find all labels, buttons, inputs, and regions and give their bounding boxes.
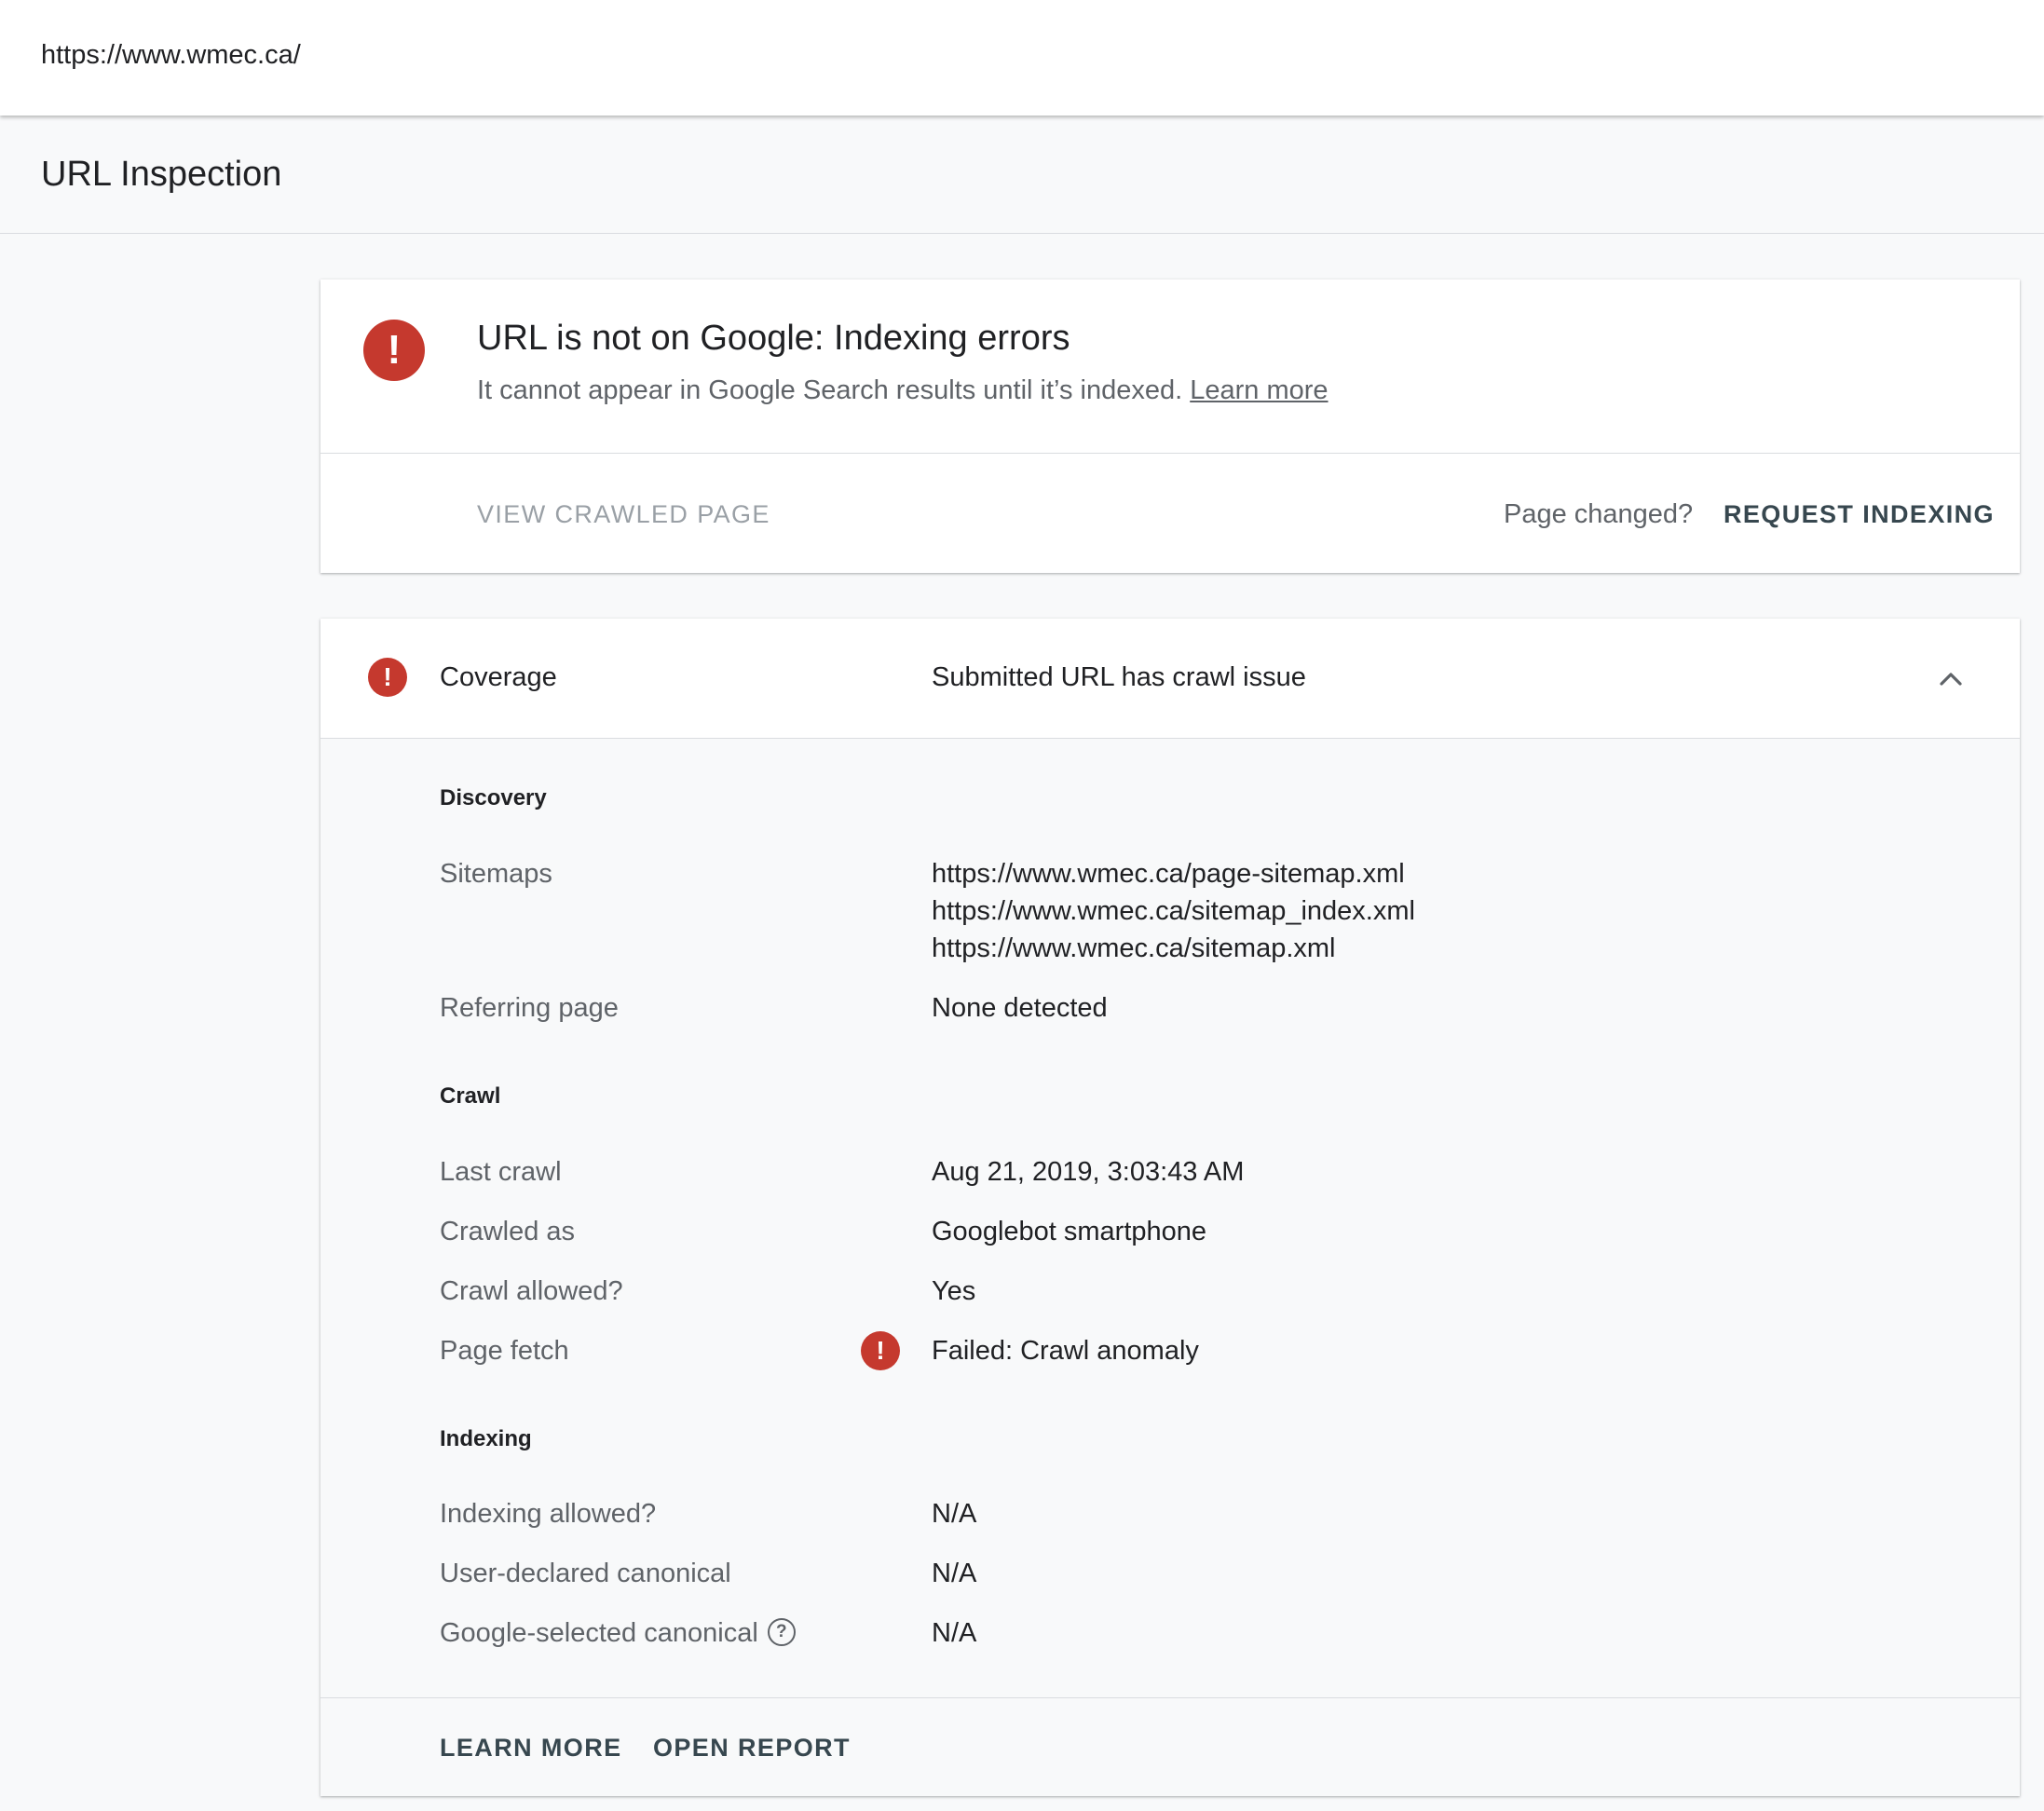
crawl-allowed-value: Yes	[932, 1276, 976, 1306]
inspected-url[interactable]: https://www.wmec.ca/	[41, 39, 301, 71]
error-icon: !	[368, 658, 407, 697]
coverage-value: Submitted URL has crawl issue	[932, 662, 1306, 692]
sitemap-link[interactable]: https://www.wmec.ca/sitemap.xml	[932, 930, 1415, 967]
divider	[320, 453, 2020, 454]
divider	[320, 1697, 2020, 1698]
indexing-allowed-value: N/A	[932, 1499, 977, 1529]
google-canonical-value: N/A	[932, 1618, 977, 1648]
crawled-as-value: Googlebot smartphone	[932, 1217, 1207, 1246]
indexing-allowed-label: Indexing allowed?	[440, 1499, 657, 1529]
crawled-as-label: Crawled as	[440, 1217, 576, 1246]
url-bar: https://www.wmec.ca/	[0, 0, 2044, 116]
last-crawl-value: Aug 21, 2019, 3:03:43 AM	[932, 1157, 1245, 1187]
error-icon: !	[363, 320, 425, 381]
last-crawl-label: Last crawl	[440, 1157, 562, 1187]
page-changed-label: Page changed?	[1504, 499, 1694, 529]
page-fetch-value: Failed: Crawl anomaly	[932, 1336, 1199, 1366]
request-indexing-button[interactable]: REQUEST INDEXING	[1724, 499, 1995, 529]
status-description: It cannot appear in Google Search result…	[477, 374, 1329, 406]
view-crawled-page-button[interactable]: VIEW CRAWLED PAGE	[477, 499, 770, 529]
help-icon[interactable]: ?	[767, 1618, 796, 1647]
user-canonical-value: N/A	[932, 1559, 977, 1588]
referring-page-label: Referring page	[440, 993, 619, 1023]
user-canonical-label: User-declared canonical	[440, 1559, 731, 1588]
status-description-text: It cannot appear in Google Search result…	[477, 375, 1183, 405]
google-canonical-label: Google-selected canonical	[440, 1618, 758, 1648]
page-title: URL Inspection	[41, 155, 282, 194]
section-title-crawl: Crawl	[440, 1083, 501, 1109]
section-title-indexing: Indexing	[440, 1426, 532, 1451]
sitemap-link[interactable]: https://www.wmec.ca/sitemap_index.xml	[932, 892, 1415, 930]
chevron-up-icon[interactable]	[1939, 667, 1963, 691]
crawl-allowed-label: Crawl allowed?	[440, 1276, 623, 1306]
google-canonical-label-row: Google-selected canonical?	[440, 1617, 796, 1649]
learn-more-link[interactable]: Learn more	[1190, 375, 1328, 405]
learn-more-button[interactable]: LEARN MORE	[440, 1733, 622, 1763]
sitemaps-label: Sitemaps	[440, 859, 552, 889]
section-title-discovery: Discovery	[440, 785, 547, 810]
coverage-label: Coverage	[440, 662, 557, 692]
status-title: URL is not on Google: Indexing errors	[477, 319, 1070, 358]
sitemap-link[interactable]: https://www.wmec.ca/page-sitemap.xml	[932, 855, 1415, 892]
sitemaps-list: https://www.wmec.ca/page-sitemap.xml htt…	[932, 855, 1415, 967]
error-icon: !	[861, 1331, 900, 1370]
referring-page-value: None detected	[932, 993, 1108, 1023]
page-header: URL Inspection	[0, 116, 2044, 234]
open-report-button[interactable]: OPEN REPORT	[653, 1733, 851, 1763]
page-fetch-label: Page fetch	[440, 1336, 569, 1366]
